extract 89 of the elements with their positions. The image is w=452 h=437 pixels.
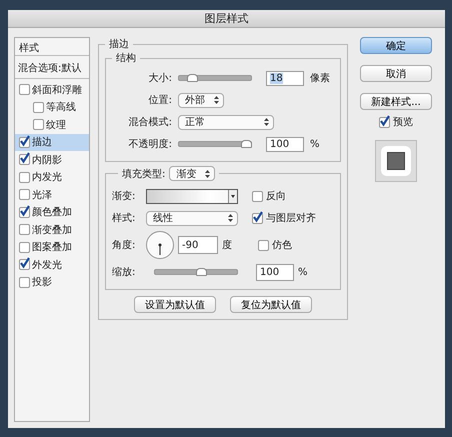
blend-mode-dropdown[interactable]: 正常 bbox=[178, 114, 274, 130]
field-label: 不透明度: bbox=[128, 138, 172, 151]
style-label: 内发光 bbox=[32, 170, 62, 184]
style-label: 外发光 bbox=[32, 258, 62, 272]
position-dropdown[interactable]: 外部 bbox=[178, 92, 224, 108]
gradient-picker[interactable] bbox=[146, 188, 238, 204]
style-label: 内阴影 bbox=[32, 154, 62, 167]
blending-options-item[interactable]: 混合选项:默认 bbox=[15, 58, 89, 79]
field-label: 位置: bbox=[148, 94, 172, 107]
slider-thumb[interactable] bbox=[241, 140, 252, 148]
checkbox-label: 仿色 bbox=[272, 239, 292, 252]
default-button[interactable]: 设置为默认值 bbox=[134, 296, 216, 313]
angle-field[interactable]: -90 bbox=[178, 236, 218, 254]
style-item[interactable]: 描边 bbox=[15, 134, 89, 151]
style-label: 颜色叠加 bbox=[32, 206, 72, 220]
caret-icon bbox=[228, 214, 233, 222]
dialog-button[interactable]: 取消 bbox=[360, 65, 432, 82]
field-label: 渐变: bbox=[112, 190, 136, 203]
section-title: 描边 bbox=[108, 38, 130, 51]
style-item[interactable]: 内发光 bbox=[15, 168, 89, 186]
slider-track[interactable] bbox=[154, 267, 238, 277]
style-item[interactable]: 内阴影 bbox=[15, 151, 89, 168]
checkbox[interactable] bbox=[19, 136, 30, 148]
style-item[interactable]: 渐变叠加 bbox=[15, 221, 89, 238]
style-item[interactable]: 光泽 bbox=[15, 186, 89, 204]
style-label: 光泽 bbox=[32, 188, 52, 202]
default-button[interactable]: 复位为默认值 bbox=[230, 296, 312, 313]
field-label: 角度: bbox=[112, 238, 136, 252]
slider-track[interactable] bbox=[178, 73, 252, 83]
style-item[interactable]: 纹理 bbox=[15, 116, 89, 134]
group-title: 结构 bbox=[115, 52, 137, 65]
field-label: 填充类型: bbox=[122, 168, 166, 180]
sidebar-header: 样式 bbox=[15, 38, 89, 56]
style-label: 描边 bbox=[32, 136, 52, 150]
checkbox-label: 与图层对齐 bbox=[266, 212, 316, 225]
field-label: 缩放: bbox=[112, 266, 136, 279]
slider-thumb[interactable] bbox=[196, 268, 208, 276]
caret-icon bbox=[214, 96, 219, 104]
style-item[interactable]: 等高线 bbox=[15, 98, 89, 116]
unit-label: % bbox=[310, 138, 320, 150]
checkbox[interactable] bbox=[19, 259, 30, 270]
window-title: 图层样式 bbox=[204, 11, 248, 26]
checkbox[interactable] bbox=[19, 189, 30, 200]
unit-label: % bbox=[298, 266, 308, 278]
style-preview bbox=[375, 140, 417, 182]
style-label: 等高线 bbox=[46, 100, 76, 114]
style-label: 图案叠加 bbox=[32, 240, 72, 254]
size-field[interactable]: 18 bbox=[266, 70, 304, 86]
style-item[interactable]: 斜面和浮雕 bbox=[15, 81, 89, 98]
style-item[interactable]: 投影 bbox=[15, 274, 89, 291]
checkbox[interactable] bbox=[19, 276, 30, 288]
checkbox-label: 反向 bbox=[266, 190, 286, 203]
style-label: 斜面和浮雕 bbox=[32, 84, 82, 97]
style-item[interactable]: 外发光 bbox=[15, 256, 89, 274]
style-item[interactable]: 颜色叠加 bbox=[15, 204, 89, 221]
style-dropdown[interactable]: 线性 bbox=[146, 210, 238, 226]
unit-label: 像素 bbox=[310, 72, 330, 85]
checkbox[interactable] bbox=[33, 102, 44, 113]
checkbox-label: 预览 bbox=[393, 116, 413, 129]
fill-type-dropdown[interactable]: 渐变 bbox=[169, 166, 216, 181]
caret-icon bbox=[231, 194, 235, 198]
dialog-button[interactable]: 新建样式... bbox=[360, 93, 432, 110]
checkbox[interactable] bbox=[258, 240, 269, 250]
checkbox[interactable] bbox=[19, 206, 30, 218]
caret-icon bbox=[205, 170, 210, 178]
checkbox[interactable] bbox=[19, 154, 30, 166]
checkbox[interactable] bbox=[19, 224, 30, 236]
opacity-field[interactable]: 100 bbox=[266, 136, 304, 152]
style-label: 渐变叠加 bbox=[32, 224, 72, 237]
checkbox[interactable] bbox=[19, 172, 30, 183]
checkbox[interactable] bbox=[33, 119, 44, 130]
field-label: 样式: bbox=[112, 212, 136, 225]
checkbox[interactable] bbox=[19, 84, 30, 96]
angle-dial[interactable] bbox=[146, 231, 174, 259]
caret-icon bbox=[264, 118, 269, 126]
slider-track[interactable] bbox=[178, 139, 252, 149]
field-label: 混合模式: bbox=[128, 116, 172, 129]
slider-thumb[interactable] bbox=[187, 74, 198, 82]
field-label: 大小: bbox=[148, 72, 172, 85]
checkbox[interactable] bbox=[379, 116, 390, 128]
style-label: 投影 bbox=[32, 276, 52, 290]
checkbox[interactable] bbox=[19, 242, 30, 253]
scale-field[interactable]: 100 bbox=[256, 264, 294, 280]
unit-label: 度 bbox=[222, 238, 232, 252]
checkbox[interactable] bbox=[252, 190, 263, 202]
style-item[interactable]: 图案叠加 bbox=[15, 238, 89, 256]
style-label: 纹理 bbox=[46, 118, 66, 132]
ok-button[interactable]: 确定 bbox=[360, 37, 432, 54]
checkbox[interactable] bbox=[252, 212, 263, 224]
